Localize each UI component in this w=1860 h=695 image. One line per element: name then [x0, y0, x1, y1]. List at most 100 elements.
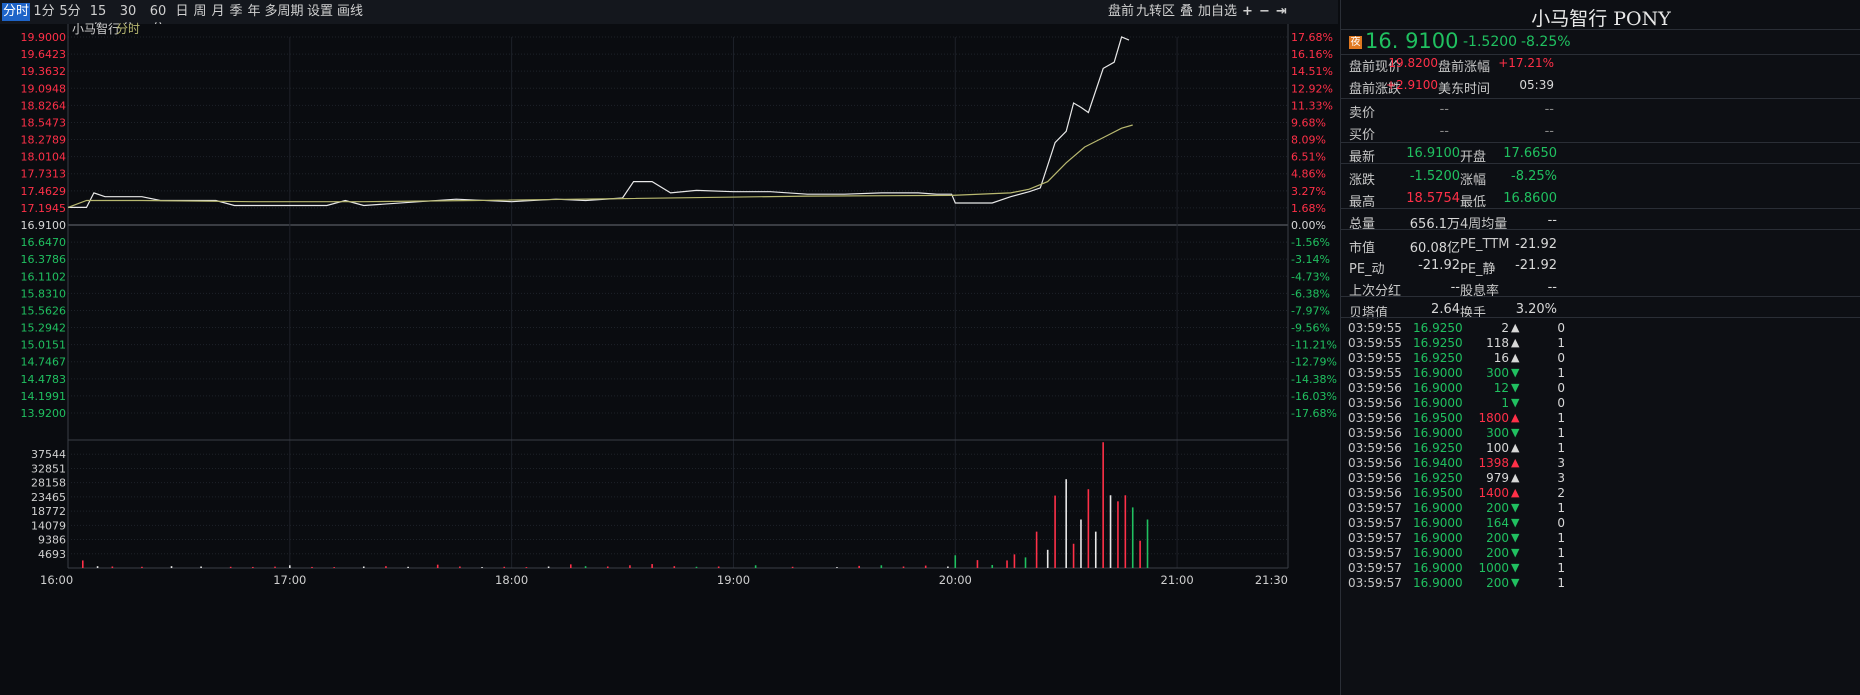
tick-direction-icon: ▲: [1511, 486, 1520, 499]
divider: [1341, 296, 1860, 297]
stat-label: PE_静: [1460, 262, 1496, 277]
tick-volume: 979: [1486, 471, 1509, 485]
tick-count: 3: [1557, 456, 1565, 470]
pct-tick-label: -4.73%: [1291, 270, 1330, 283]
pre-value: +2.9100: [1385, 78, 1438, 92]
tick-price: 16.9250: [1413, 441, 1463, 455]
tick-direction-icon: ▲: [1511, 336, 1520, 349]
quote-panel: 小马智行 PONY 夜 16. 9100 -1.5200 -8.25% 盘前现价…: [1340, 0, 1860, 695]
time-tick-label: 21:00: [1161, 573, 1194, 587]
volume-tick-label: 28158: [31, 477, 66, 490]
time-tick-label: 18:00: [495, 573, 528, 587]
ask-size: --: [1544, 102, 1554, 117]
tick-volume: 200: [1486, 501, 1509, 515]
price-tick-label: 19.6423: [21, 48, 67, 61]
stat-value: -1.5200: [1409, 169, 1460, 184]
tick-direction-icon: ▼: [1511, 426, 1520, 439]
divider: [1341, 317, 1860, 318]
tick-volume: 1000: [1478, 561, 1509, 575]
stat-label: 贝塔值: [1349, 306, 1389, 321]
tick-direction-icon: ▼: [1511, 501, 1520, 514]
tick-time: 03:59:55: [1348, 336, 1402, 350]
tick-time: 03:59:57: [1348, 516, 1402, 530]
price-tick-label: 16.1102: [21, 270, 67, 283]
tick-time: 03:59:57: [1348, 531, 1402, 545]
tick-price: 16.9250: [1413, 336, 1463, 350]
stat-value: 17.6650: [1503, 146, 1557, 161]
price-tick-label: 14.1991: [21, 390, 67, 403]
tick-direction-icon: ▼: [1511, 516, 1520, 529]
tick-count: 0: [1557, 396, 1565, 410]
stat-value: -8.25%: [1511, 169, 1557, 184]
price-tick-label: 17.7313: [21, 168, 67, 181]
session-badge: 夜: [1349, 36, 1362, 49]
stat-value: 16.9100: [1406, 146, 1460, 161]
tick-count: 1: [1557, 426, 1565, 440]
stat-value: -21.92: [1515, 237, 1557, 252]
ask-label: 卖价: [1349, 106, 1376, 121]
volume-tick-label: 37544: [31, 448, 66, 461]
ask-price: --: [1439, 102, 1449, 117]
divider: [1341, 208, 1860, 209]
pct-tick-label: -1.56%: [1291, 236, 1330, 249]
tick-volume: 16: [1493, 351, 1509, 365]
price-tick-label: 14.7467: [21, 356, 67, 369]
pct-tick-label: 11.33%: [1291, 99, 1333, 112]
tick-volume: 118: [1486, 336, 1509, 350]
tick-volume: 1400: [1478, 486, 1509, 500]
stat-value: --: [1450, 280, 1460, 295]
price-tick-label: 18.8264: [21, 99, 67, 112]
price-change: -1.5200: [1463, 34, 1518, 50]
tick-time: 03:59:57: [1348, 576, 1402, 590]
tick-volume: 164: [1486, 516, 1509, 530]
tick-time: 03:59:56: [1348, 441, 1402, 455]
stat-label: 换手: [1460, 306, 1487, 321]
chart-stock-name: 小马智行: [72, 21, 120, 36]
volume-tick-label: 14079: [31, 519, 66, 532]
time-tick-label: 19:00: [717, 573, 750, 587]
pct-tick-label: 16.16%: [1291, 48, 1333, 61]
tick-time: 03:59:55: [1348, 351, 1402, 365]
pct-tick-label: -6.38%: [1291, 287, 1330, 300]
tick-direction-icon: ▼: [1511, 576, 1520, 589]
tick-volume: 1: [1501, 396, 1509, 410]
time-tick-label: 16:00: [40, 573, 73, 587]
tick-time: 03:59:56: [1348, 486, 1402, 500]
tick-count: 1: [1557, 576, 1565, 590]
tick-time: 03:59:56: [1348, 411, 1402, 425]
tick-volume: 100: [1486, 441, 1509, 455]
tick-price: 16.9000: [1413, 501, 1463, 515]
bid-size: --: [1544, 124, 1554, 139]
tick-volume: 1398: [1478, 456, 1509, 470]
tick-count: 0: [1557, 516, 1565, 530]
price-tick-label: 15.8310: [21, 287, 67, 300]
tick-direction-icon: ▲: [1511, 321, 1520, 334]
pre-label: 盘前涨幅: [1438, 60, 1491, 75]
volume-tick-label: 32851: [31, 462, 66, 475]
stock-title: 小马智行 PONY: [1531, 8, 1671, 30]
pct-tick-label: -16.03%: [1291, 390, 1337, 403]
tick-count: 0: [1557, 381, 1565, 395]
tick-direction-icon: ▲: [1511, 456, 1520, 469]
pre-label: 美东时间: [1438, 82, 1491, 97]
tick-count: 1: [1557, 501, 1565, 515]
tick-direction-icon: ▼: [1511, 381, 1520, 394]
pct-tick-label: 6.51%: [1291, 151, 1326, 164]
price-tick-label: 16.9100: [21, 219, 67, 232]
pct-tick-label: -17.68%: [1291, 407, 1337, 420]
tick-volume: 12: [1493, 381, 1509, 395]
tick-direction-icon: ▲: [1511, 351, 1520, 364]
tick-count: 1: [1557, 411, 1565, 425]
tick-direction-icon: ▼: [1511, 561, 1520, 574]
pct-tick-label: -11.21%: [1291, 339, 1337, 352]
stat-value: 2.64: [1431, 302, 1460, 317]
pct-tick-label: 1.68%: [1291, 202, 1326, 215]
tick-count: 3: [1557, 471, 1565, 485]
divider: [1341, 229, 1860, 230]
tick-price: 16.9000: [1413, 396, 1463, 410]
pct-tick-label: 17.68%: [1291, 31, 1333, 44]
tick-time: 03:59:56: [1348, 396, 1402, 410]
time-tick-label: 21:30: [1255, 573, 1288, 587]
tick-price: 16.9000: [1413, 531, 1463, 545]
price-change-pct: -8.25%: [1521, 34, 1571, 50]
